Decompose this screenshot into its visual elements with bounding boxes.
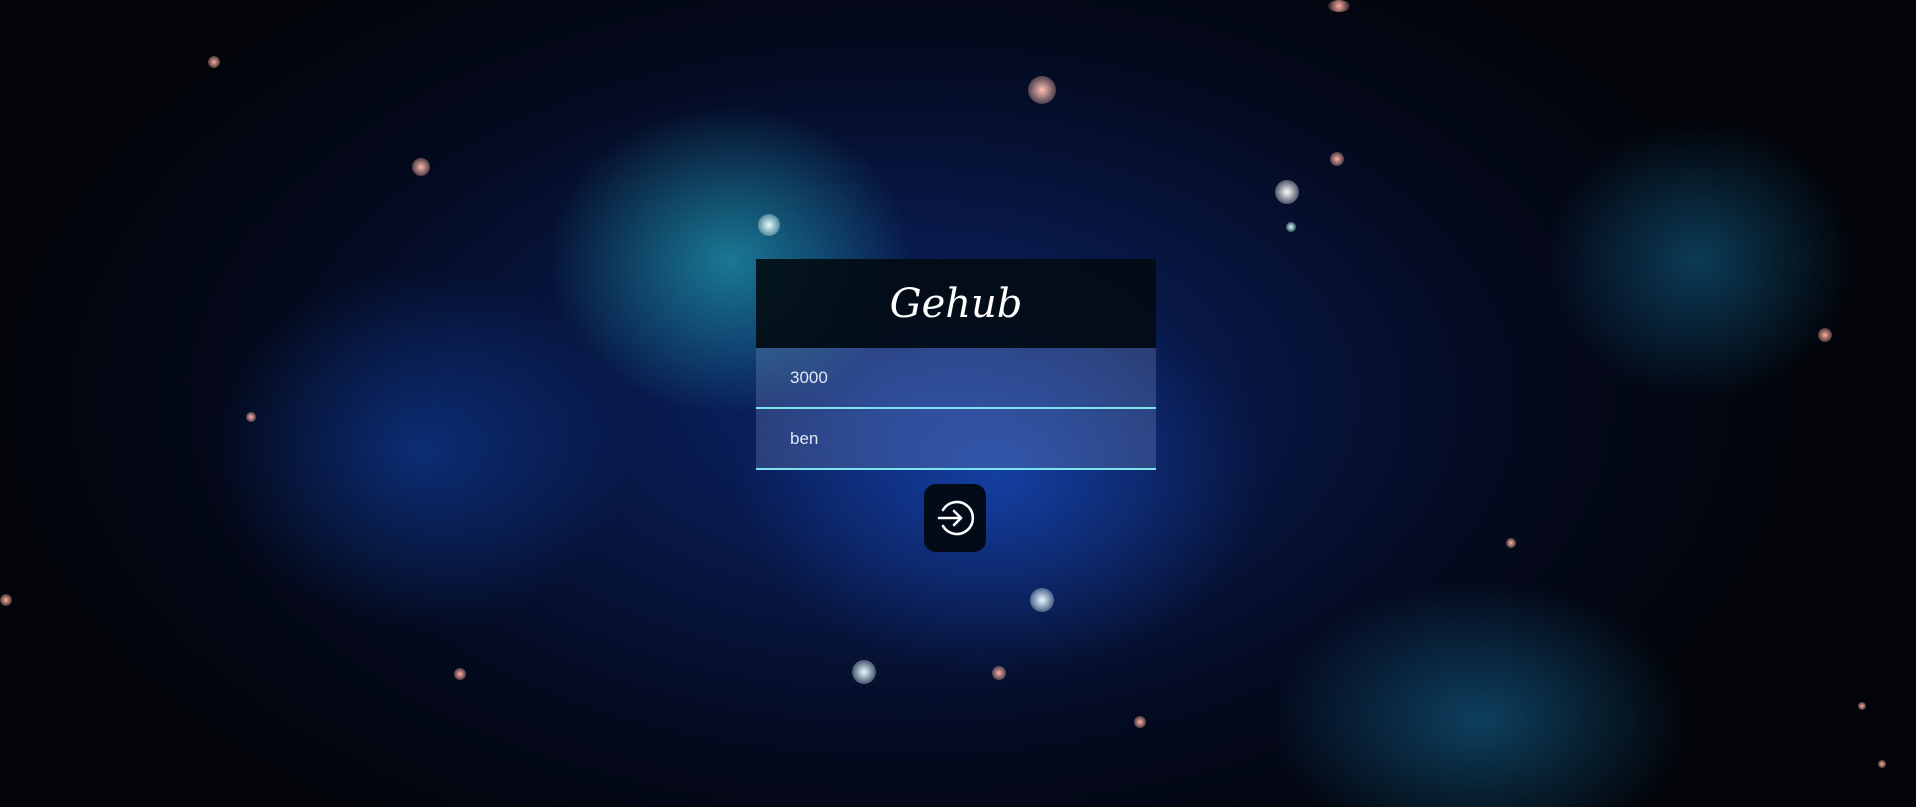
star (1030, 588, 1054, 612)
login-form: Gehub (756, 259, 1156, 470)
star (1328, 0, 1350, 12)
star (208, 56, 220, 68)
star (412, 158, 430, 176)
port-field (756, 348, 1156, 409)
star (246, 412, 256, 422)
port-input[interactable] (756, 348, 1156, 407)
username-input[interactable] (756, 409, 1156, 468)
title-bar: Gehub (756, 259, 1156, 348)
star (454, 668, 466, 680)
star (758, 214, 780, 236)
star (992, 666, 1006, 680)
star (1028, 76, 1056, 104)
star (0, 594, 12, 606)
username-field (756, 409, 1156, 470)
star (1275, 180, 1299, 204)
star (1878, 760, 1886, 768)
star (1286, 222, 1296, 232)
star (1330, 152, 1344, 166)
star (1134, 716, 1146, 728)
star (1858, 702, 1866, 710)
star (852, 660, 876, 684)
login-arrow-icon (937, 500, 975, 536)
star (1506, 538, 1516, 548)
app-title: Gehub (889, 280, 1023, 327)
star (1818, 328, 1832, 342)
login-button[interactable] (924, 484, 986, 552)
